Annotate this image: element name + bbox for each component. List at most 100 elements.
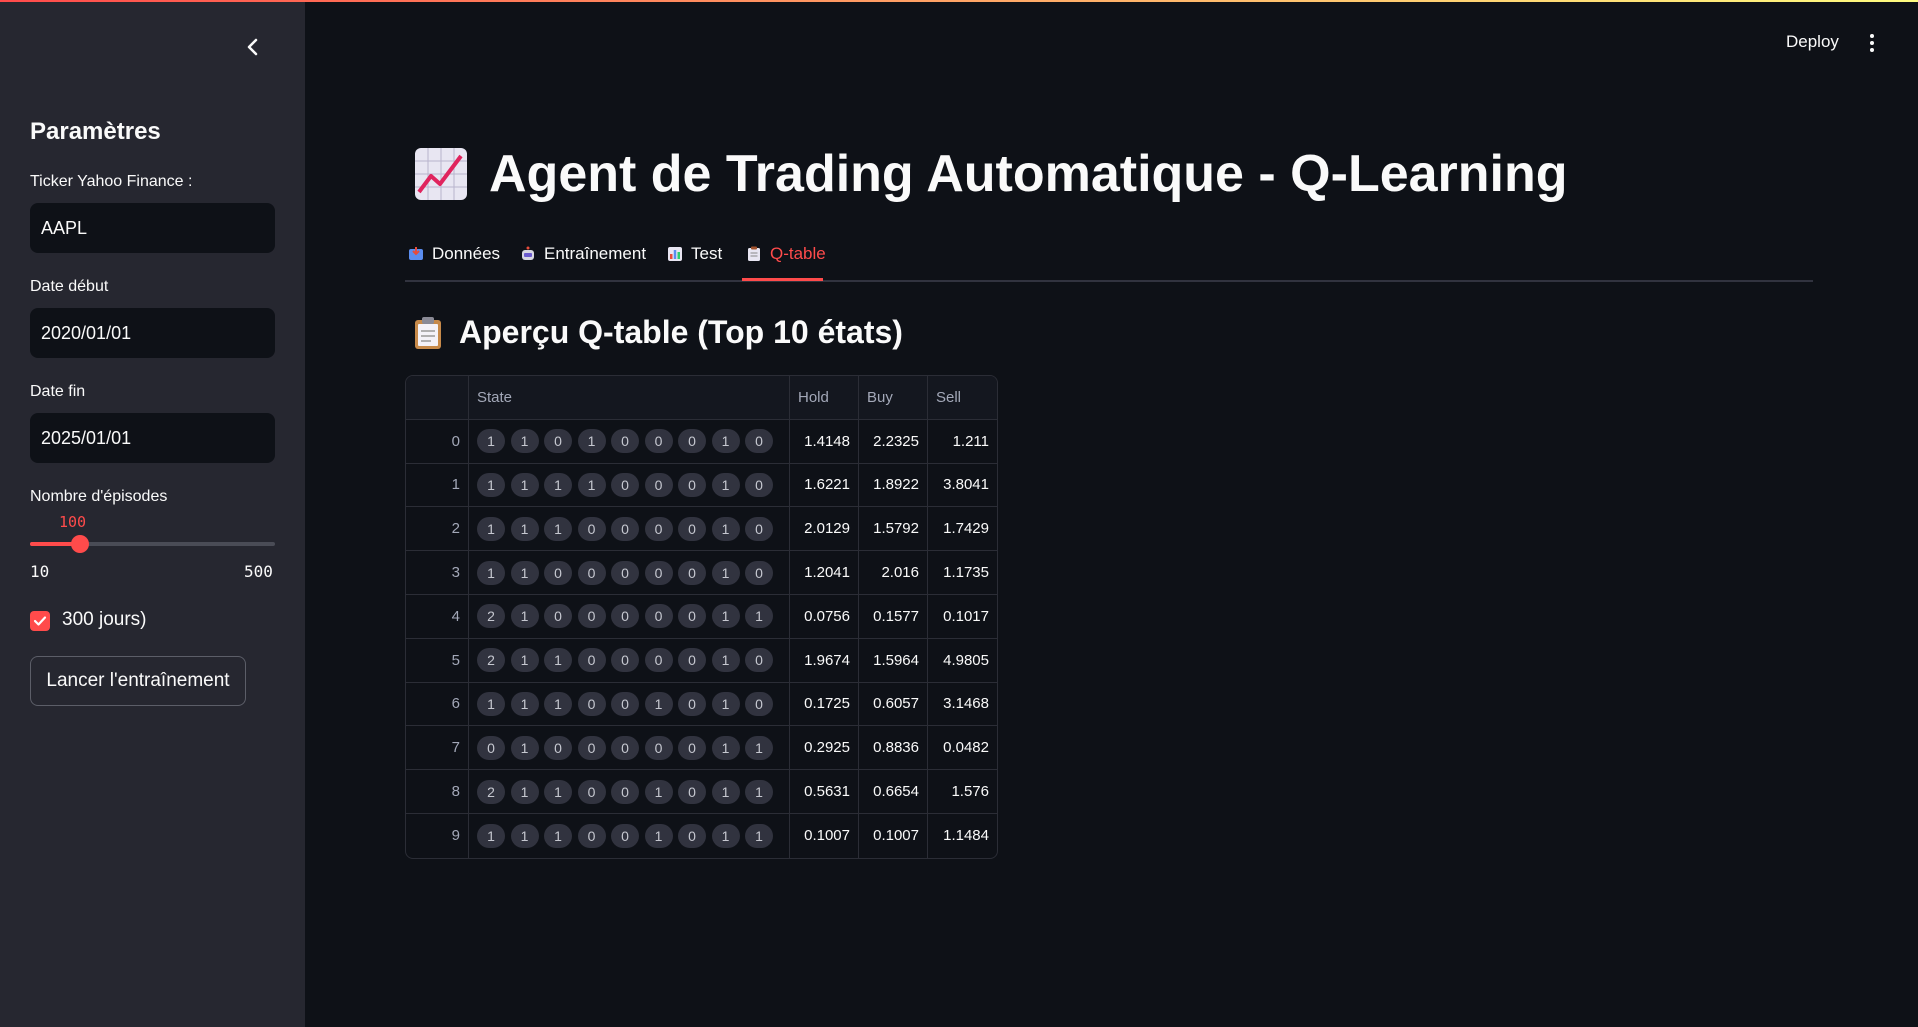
state-pill: 0 <box>644 604 673 629</box>
days-checkbox[interactable] <box>30 611 50 631</box>
section-title: Aperçu Q-table (Top 10 états) <box>413 314 903 351</box>
state-pill: 1 <box>477 823 505 848</box>
column-header-buy[interactable]: Buy <box>859 376 928 420</box>
more-vertical-icon[interactable] <box>1862 30 1882 56</box>
state-pill: 0 <box>544 604 572 629</box>
buy-value-cell: 2.2325 <box>859 419 928 464</box>
sidebar-title: Paramètres <box>30 118 161 145</box>
sell-value-cell: 1.1484 <box>943 827 989 845</box>
end-date-label: Date fin <box>30 383 86 400</box>
episodes-slider-value: 100 <box>59 513 87 531</box>
buy-value-cell: 0.6654 <box>859 770 928 814</box>
hold-value-cell: 1.6221 <box>790 463 859 508</box>
end-date-input[interactable] <box>30 413 275 463</box>
table-body: 0 1 1 0 1 0 0 0 1 0 1.4148 2.2325 1.211 1 1 1 1 1 0 0 0 1 0 1.6… <box>406 419 997 858</box>
state-pill: 0 <box>611 604 639 629</box>
start-date-input[interactable] <box>30 308 275 358</box>
table-row[interactable]: 8 2 1 1 0 0 1 0 1 1 0.5631 0.6654 1.576 <box>406 770 997 814</box>
launch-training-button[interactable]: Lancer l'entraînement <box>30 656 246 706</box>
state-pill: 0 <box>678 560 706 585</box>
sell-value-cell: 0.0482 <box>928 726 997 771</box>
buy-value-cell: 1.5792 <box>859 507 928 552</box>
state-pill: 1 <box>711 823 740 848</box>
row-index: 8 <box>406 770 469 814</box>
row-index: 3 <box>406 551 469 595</box>
table-row[interactable]: 9 1 1 1 0 0 1 0 1 1 0.1007 0.1007 1.1484 <box>406 813 997 858</box>
column-header-hold[interactable]: Hold <box>790 376 859 420</box>
row-index: 6 <box>406 682 469 727</box>
tab-q-table[interactable]: Q-table <box>746 244 826 264</box>
tab-donnees[interactable]: Données <box>408 244 500 264</box>
state-pill: 1 <box>745 779 773 804</box>
table-row[interactable]: 2 1 1 1 0 0 0 0 1 0 2.0129 1.5792 1.7429 <box>406 507 997 552</box>
chevron-left-icon[interactable] <box>240 34 266 60</box>
state-pill: 0 <box>745 429 773 454</box>
page-title-text: Agent de Trading Automatique - Q-Learnin… <box>489 145 1568 203</box>
state-pill: 1 <box>544 648 572 673</box>
tab-test[interactable]: Test <box>667 244 722 264</box>
state-pill: 0 <box>745 560 773 585</box>
state-cell: 111001011 <box>469 813 790 858</box>
buy-value-cell: 1.5964 <box>859 638 928 683</box>
state-cell: 111100010 <box>469 463 790 508</box>
state-pill: 1 <box>510 823 539 848</box>
episodes-slider-track[interactable] <box>30 542 275 546</box>
deploy-button[interactable]: Deploy <box>1786 32 1839 52</box>
sell-value-cell: 1.211 <box>928 420 997 464</box>
row-index: 4 <box>406 594 469 639</box>
bar-chart-icon <box>668 247 682 261</box>
state-pill: 1 <box>477 691 505 716</box>
table-row[interactable]: 7 0 1 0 0 0 0 0 1 1 0.2925 0.8836 0.0482 <box>406 726 997 771</box>
table-row[interactable]: 4 2 1 0 0 0 0 0 1 1 0.0756 0.1577 0.1017 <box>406 594 997 639</box>
table-row[interactable]: 1 1 1 1 1 0 0 0 1 0 1.6221 1.8922 3.8041 <box>406 463 997 508</box>
episodes-slider-thumb[interactable] <box>71 535 89 553</box>
hold-value-cell: 0.1007 <box>790 813 859 858</box>
robot-icon <box>522 246 534 260</box>
ticker-input[interactable] <box>30 203 275 253</box>
state-pill: 2 <box>477 648 505 673</box>
tab-entrainement[interactable]: Entraînement <box>520 244 646 264</box>
table-row[interactable]: 3 1 1 0 0 0 0 0 1 0 1.2041 2.016 1.1735 <box>406 551 997 595</box>
buy-value-cell: 0.8836 <box>859 726 928 771</box>
hold-value-cell: 1.4148 <box>790 419 859 464</box>
state-cell: 111001010 <box>469 682 790 727</box>
state-pill: 0 <box>611 691 639 716</box>
days-checkbox-label[interactable]: 300 jours) <box>62 609 147 631</box>
sidebar: Paramètres Ticker Yahoo Finance : Date d… <box>0 0 305 1027</box>
state-pill: 1 <box>510 472 539 497</box>
state-pill: 1 <box>477 516 505 541</box>
row-index: 0 <box>406 419 469 464</box>
buy-value-cell: 2.016 <box>859 551 928 595</box>
state-pill: 1 <box>577 429 606 454</box>
state-pill: 2 <box>477 779 505 804</box>
table-header-row: State Hold Buy Sell <box>406 376 997 420</box>
tab-q-table-label: Q-table <box>770 244 826 263</box>
state-pill: 1 <box>544 516 572 541</box>
sell-value-cell: 4.9805 <box>928 639 997 683</box>
row-index: 5 <box>406 638 469 683</box>
table-row[interactable]: 5 2 1 1 0 0 0 0 1 0 1.9674 1.5964 4.9805 <box>406 638 997 683</box>
hold-value-cell: 1.2041 <box>790 551 859 595</box>
state-pill: 0 <box>644 648 673 673</box>
column-header-index[interactable] <box>406 376 469 420</box>
state-pill: 0 <box>678 429 706 454</box>
column-header-state[interactable]: State <box>469 376 790 420</box>
table-row[interactable]: 0 1 1 0 1 0 0 0 1 0 1.4148 2.2325 1.211 <box>406 419 997 464</box>
state-pill: 1 <box>711 429 740 454</box>
tab-entrainement-label: Entraînement <box>544 244 647 263</box>
row-index: 7 <box>406 726 469 771</box>
state-pill: 1 <box>644 691 673 716</box>
state-pill: 0 <box>745 516 773 541</box>
state-pill: 1 <box>510 429 539 454</box>
state-pill: 0 <box>644 516 673 541</box>
table-row[interactable]: 6 1 1 1 0 0 1 0 1 0 0.1725 0.6057 3.1468 <box>406 682 997 727</box>
state-pill: 1 <box>711 779 740 804</box>
sell-value-cell: 1.1735 <box>928 551 997 595</box>
state-pill: 0 <box>577 604 606 629</box>
chart-increasing-icon <box>415 148 467 200</box>
state-pill: 0 <box>644 472 673 497</box>
state-pill: 1 <box>644 779 673 804</box>
column-header-sell[interactable]: Sell <box>928 376 997 420</box>
buy-value-cell: 1.8922 <box>859 463 928 508</box>
state-pill: 0 <box>678 472 706 497</box>
